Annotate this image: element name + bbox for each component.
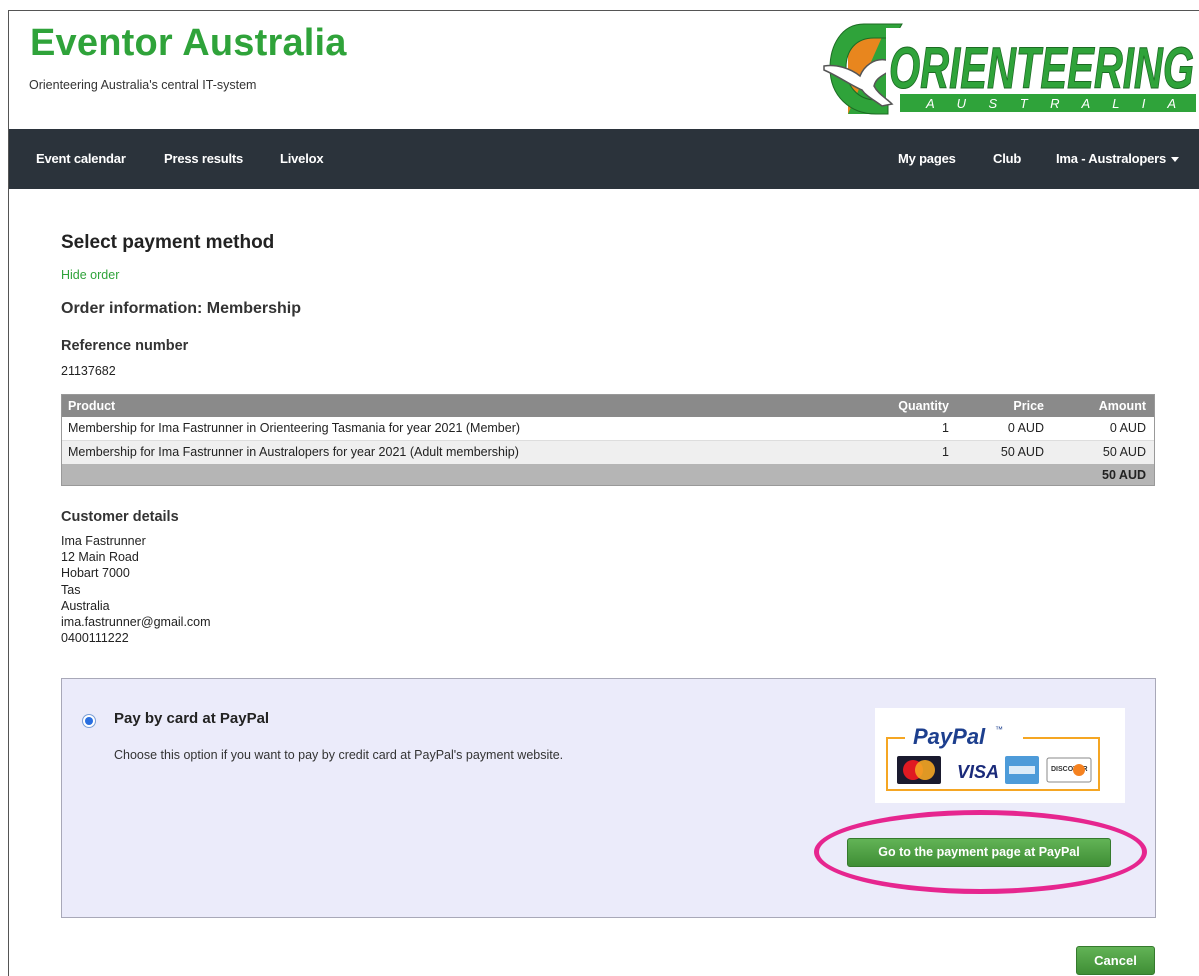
customer-email: ima.fastrunner@gmail.com [61, 615, 211, 630]
order-total: 50 AUD [1102, 468, 1146, 482]
cell-price: 50 AUD [1000, 445, 1044, 459]
discover-icon: DISCOVER [1046, 757, 1092, 783]
order-heading: Order information: Membership [61, 300, 302, 317]
nav-my-pages[interactable]: My pages [898, 151, 956, 166]
cell-product: Membership for Ima Fastrunner in Austral… [68, 445, 519, 459]
table-row: Membership for Ima Fastrunner in Austral… [62, 441, 1154, 464]
table-total-row: 50 AUD [62, 464, 1154, 485]
orienteering-australia-logo[interactable]: ORIENTEERING A U S T R A L I A [816, 16, 1196, 120]
mastercard-icon [897, 756, 941, 784]
paypal-cards-logo: PayPal ™ VISA DISCOVER [875, 708, 1125, 803]
nav-event-calendar[interactable]: Event calendar [36, 151, 126, 166]
col-header-quantity: Quantity [898, 399, 949, 413]
cell-amount: 0 AUD [1109, 421, 1146, 435]
col-header-price: Price [1013, 399, 1044, 413]
cell-amount: 50 AUD [1102, 445, 1146, 459]
logo-wordmark: ORIENTEERING [889, 36, 1194, 101]
payment-option-title[interactable]: Pay by card at PayPal [114, 710, 269, 727]
customer-details-heading: Customer details [61, 509, 179, 525]
nav-user-menu[interactable]: Ima - Australopers [1056, 151, 1180, 166]
customer-street: 12 Main Road [61, 550, 139, 565]
customer-state: Tas [61, 582, 81, 597]
visa-icon: VISA [957, 762, 999, 782]
reference-label: Reference number [61, 338, 189, 354]
customer-city: Hobart 7000 [61, 566, 130, 581]
caret-down-icon [1171, 157, 1180, 163]
paypal-wordmark: PayPal [913, 724, 986, 749]
user-menu-label: Ima - Australopers [1056, 151, 1167, 166]
customer-details: Ima Fastrunner 12 Main Road Hobart 7000 … [61, 533, 211, 646]
amex-icon [1005, 756, 1039, 784]
go-to-paypal-button[interactable]: Go to the payment page at PayPal [847, 838, 1111, 867]
nav-press-results[interactable]: Press results [164, 151, 243, 166]
col-header-product: Product [68, 399, 116, 413]
cell-quantity: 1 [942, 421, 949, 435]
nav-club[interactable]: Club [993, 151, 1021, 166]
paypal-radio-button[interactable] [82, 714, 96, 728]
cell-price: 0 AUD [1007, 421, 1044, 435]
hide-order-link[interactable]: Hide order [61, 268, 119, 282]
table-header-row: Product Quantity Price Amount [62, 395, 1154, 417]
site-title[interactable]: Eventor Australia [30, 22, 347, 65]
nav-livelox[interactable]: Livelox [280, 151, 324, 166]
cell-product: Membership for Ima Fastrunner in Oriente… [68, 421, 521, 435]
order-table: Product Quantity Price Amount Membership… [61, 394, 1155, 486]
customer-country: Australia [61, 598, 110, 613]
customer-name: Ima Fastrunner [61, 534, 146, 548]
paypal-trademark: ™ [995, 725, 1003, 734]
col-header-amount: Amount [1098, 399, 1146, 413]
payment-option-description: Choose this option if you want to pay by… [114, 748, 564, 762]
customer-phone: 0400111222 [61, 631, 129, 646]
reference-value: 21137682 [61, 364, 116, 378]
site-subtitle: Orienteering Australia's central IT-syst… [29, 78, 257, 92]
page-title: Select payment method [61, 232, 275, 253]
table-row: Membership for Ima Fastrunner in Oriente… [62, 417, 1154, 441]
cancel-button[interactable]: Cancel [1076, 946, 1155, 975]
cell-quantity: 1 [942, 445, 949, 459]
